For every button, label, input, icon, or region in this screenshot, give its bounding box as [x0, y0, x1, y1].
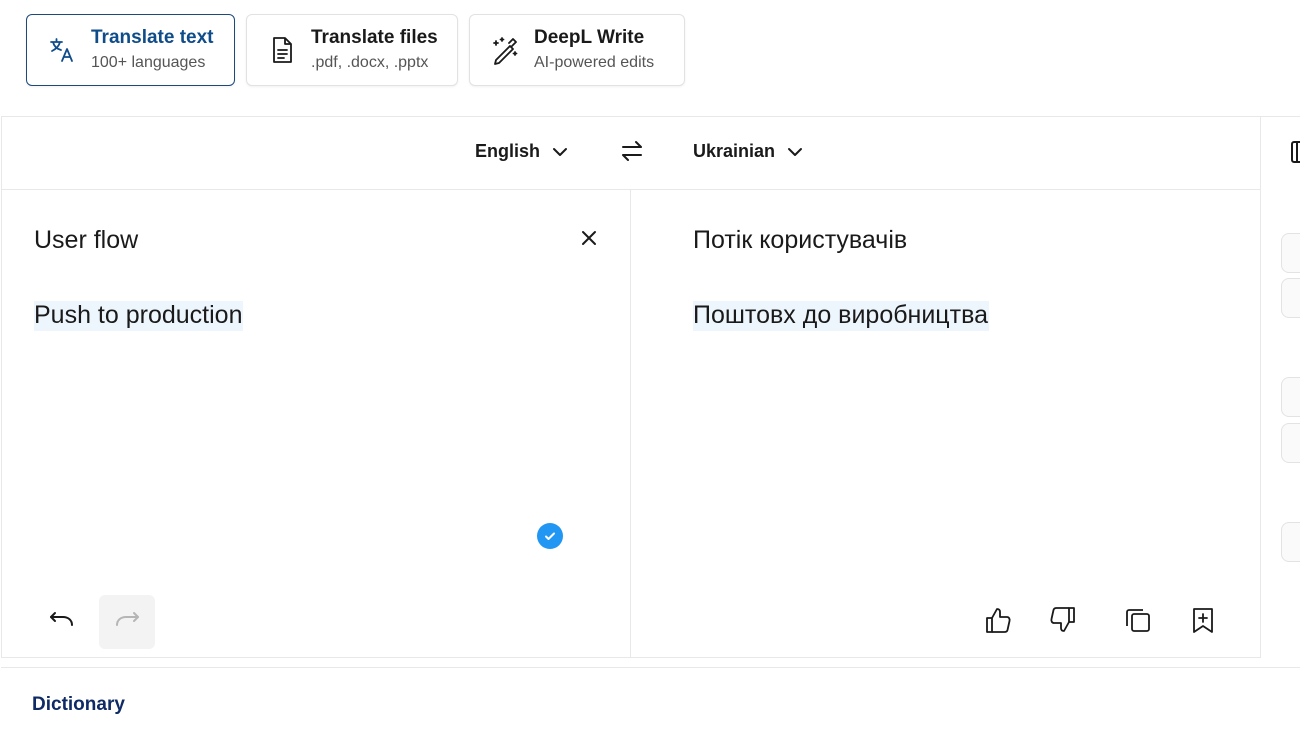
undo-button[interactable]	[35, 595, 89, 649]
thumbs-down-icon	[1048, 605, 1078, 640]
target-line: Потік користувачів	[693, 226, 908, 254]
close-icon	[577, 231, 601, 254]
side-chip[interactable]	[1281, 233, 1300, 273]
side-chip[interactable]	[1281, 423, 1300, 463]
copy-button[interactable]	[1120, 604, 1156, 640]
tab-title: DeepL Write	[534, 26, 645, 48]
tab-translate-files[interactable]: Translate files .pdf, .docx, .pptx	[246, 14, 458, 86]
source-line: User flow	[34, 226, 139, 254]
target-line: Поштовх до виробництва	[693, 300, 989, 331]
redo-icon	[113, 609, 141, 636]
magic-pen-icon	[490, 35, 520, 65]
document-icon	[267, 35, 297, 65]
thumbs-down-button[interactable]	[1045, 604, 1081, 640]
save-to-glossary-button[interactable]	[1185, 604, 1221, 640]
translate-icon	[47, 35, 77, 65]
mode-tabs: Translate text 100+ languages Translate …	[26, 14, 685, 86]
undo-icon	[48, 609, 76, 636]
copy-icon	[1123, 605, 1153, 640]
source-text-area[interactable]: User flow Push to production	[2, 190, 631, 658]
chevron-down-icon	[552, 141, 568, 162]
source-line: Push to production	[34, 300, 244, 331]
tab-subtitle: 100+ languages	[91, 53, 206, 71]
tab-subtitle: AI-powered edits	[534, 53, 655, 71]
language-bar: English Ukrainian	[2, 117, 1260, 190]
swap-icon	[620, 140, 644, 167]
target-text-area: Потік користувачів Поштовх до виробництв…	[631, 190, 1260, 658]
swap-languages-button[interactable]	[618, 139, 646, 167]
translator-panel: English Ukrainian User flow Push to prod…	[1, 116, 1261, 658]
bookmark-add-icon	[1188, 605, 1218, 640]
tab-title: Translate files	[311, 26, 438, 48]
panel-toggle-icon[interactable]	[1291, 141, 1300, 168]
redo-button[interactable]	[99, 595, 155, 649]
tab-deepl-write[interactable]: DeepL Write AI-powered edits	[469, 14, 685, 86]
source-language-label: English	[475, 141, 541, 161]
side-chip[interactable]	[1281, 522, 1300, 562]
side-chip[interactable]	[1281, 377, 1300, 417]
dictionary-section: Dictionary	[1, 667, 1300, 748]
clear-text-button[interactable]	[577, 226, 601, 250]
tab-subtitle: .pdf, .docx, .pptx	[311, 53, 429, 71]
side-panel	[1261, 116, 1300, 658]
tab-translate-text[interactable]: Translate text 100+ languages	[26, 14, 235, 86]
dictionary-heading[interactable]: Dictionary	[32, 694, 125, 716]
source-highlighted-text: Push to production	[34, 301, 244, 331]
chevron-down-icon	[787, 141, 803, 162]
source-language-select[interactable]: English	[475, 141, 568, 162]
tab-title: Translate text	[91, 26, 214, 48]
check-icon	[537, 523, 563, 549]
thumbs-up-icon	[983, 605, 1013, 640]
side-chip[interactable]	[1281, 278, 1300, 318]
target-language-label: Ukrainian	[693, 141, 776, 161]
target-language-select[interactable]: Ukrainian	[693, 141, 803, 162]
thumbs-up-button[interactable]	[980, 604, 1016, 640]
target-highlighted-text: Поштовх до виробництва	[693, 301, 989, 331]
